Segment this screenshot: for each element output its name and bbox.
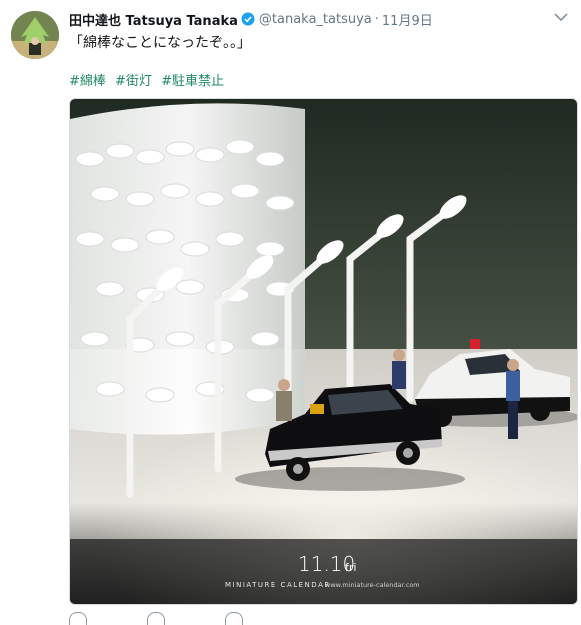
avatar-image xyxy=(11,11,59,59)
retweet-icon[interactable] xyxy=(147,612,165,625)
tweet-date[interactable]: 11月9日 xyxy=(382,10,433,29)
chevron-down-icon[interactable] xyxy=(553,11,569,23)
avatar[interactable] xyxy=(11,11,59,59)
like-icon[interactable] xyxy=(225,612,243,625)
reply-icon[interactable] xyxy=(69,612,87,625)
hashtag-link[interactable]: #駐車禁止 xyxy=(161,74,224,89)
tweet-photo[interactable]: 11.10 fri MINIATURE CALENDAR www.miniatu… xyxy=(69,98,578,605)
miniature-photo: 11.10 fri MINIATURE CALENDAR www.miniatu… xyxy=(70,99,577,604)
tweet-text: 「綿棒なことになったぞ。。」 xyxy=(69,35,251,51)
verified-badge-icon xyxy=(241,12,255,26)
tweet-actions xyxy=(69,612,243,625)
photo-url: www.miniature-calendar.com xyxy=(325,581,420,589)
hashtag-link[interactable]: #綿棒 xyxy=(69,74,106,89)
hashtag-link[interactable]: #街灯 xyxy=(115,74,152,89)
display-name[interactable]: 田中達也 Tatsuya Tanaka xyxy=(69,10,238,29)
photo-day-label: fri xyxy=(345,561,356,574)
hashtag-list: #綿棒 #街灯 #駐車禁止 xyxy=(69,70,229,89)
tweet-header: 田中達也 Tatsuya Tanaka @tanaka_tatsuya · 11… xyxy=(69,9,541,29)
meta-separator: · xyxy=(374,11,379,27)
user-handle[interactable]: @tanaka_tatsuya xyxy=(259,12,372,27)
photo-brand: MINIATURE CALENDAR xyxy=(225,581,331,589)
